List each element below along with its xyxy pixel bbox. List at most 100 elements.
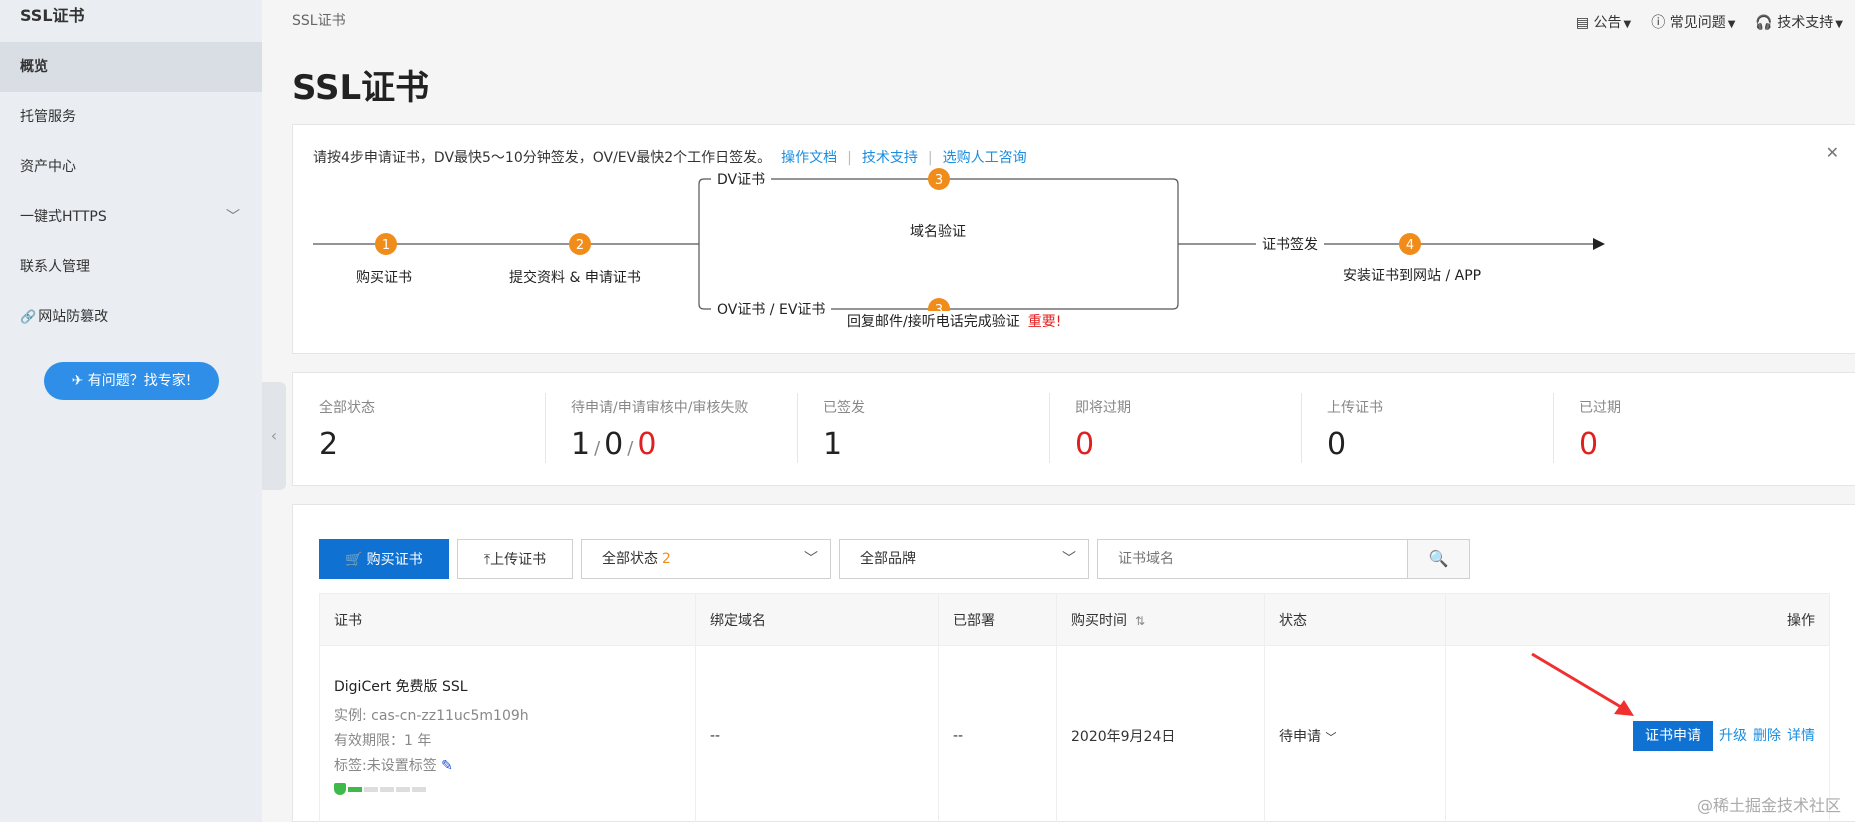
stat-all[interactable]: 全部状态 2 [293,373,545,485]
cart-icon: 🛒 [345,551,367,567]
col-purchase-time-label: 购买时间 [1071,612,1127,629]
stat-issued[interactable]: 已签发 1 [797,373,1049,485]
shield-icon [334,783,346,796]
cert-instance: 实例: cas-cn-zz11uc5m109h [334,708,529,725]
topnav-support[interactable]: 🎧 技术支持 ▼ [1755,12,1843,32]
stat-value: 0 [1075,427,1095,462]
col-actions: 操作 [1445,593,1830,646]
page-title: SSL证书 [292,68,430,108]
buy-certificate-button[interactable]: 🛒 购买证书 [319,539,449,579]
ov-step-label: 回复邮件/接听电话完成验证 重要! [847,311,1062,331]
search-button[interactable]: 🔍 [1408,539,1470,579]
step-marker-3-dv: 3 [928,168,950,190]
sidebar-item-https[interactable]: 一键式HTTPS ﹀ [0,192,262,242]
stat-expired[interactable]: 已过期 0 [1553,373,1805,485]
status-count: 2 [662,551,671,567]
domain-cell: -- [695,645,939,822]
domain-search-input[interactable] [1097,539,1408,579]
upgrade-link[interactable]: 升级 [1719,728,1747,744]
stat-title: 即将过期 [1075,400,1131,416]
edit-icon[interactable]: ✎ [441,758,453,774]
cert-cell: DigiCert 免费版 SSL 实例: cas-cn-zz11uc5m109h… [319,645,696,822]
step-marker-2: 2 [569,233,591,255]
chevron-down-icon: ﹀ [804,551,818,567]
sidebar-item-label: 网站防篡改 [38,309,109,325]
stat-title: 待申请/申请审核中/审核失败 [571,400,749,416]
step4-label: 安装证书到网站 / APP [1343,265,1482,285]
stat-title: 已签发 [823,400,865,416]
stat-pending[interactable]: 待申请/申请审核中/审核失败 1/0/0 [545,373,797,485]
sidebar-item-label: 概览 [20,59,48,75]
deployed-cell: -- [938,645,1057,822]
sort-icon[interactable]: ⇅ [1135,614,1145,628]
ov-branch-label: OV证书 / EV证书 [711,299,832,319]
sidebar-collapse-handle[interactable]: ‹ [262,382,286,490]
chevron-left-icon: ‹ [270,426,278,445]
col-status: 状态 [1264,593,1446,646]
step-number: 4 [1406,238,1414,253]
topnav-announcement[interactable]: ▤ 公告 ▼ [1576,12,1631,32]
chevron-down-icon: ﹀ [1325,730,1337,744]
col-purchase-time[interactable]: 购买时间 ⇅ [1056,593,1265,646]
important-note: 重要! [1027,314,1062,330]
top-nav: ▤ 公告 ▼ ⓘ 常见问题 ▼ 🎧 技术支持 ▼ [1576,12,1843,32]
stat-title: 已过期 [1579,400,1621,416]
dv-step-label: 域名验证 [910,221,966,241]
buy-label: 购买证书 [366,551,423,567]
sidebar-nav: 概览 托管服务 资产中心 一键式HTTPS ﹀ 联系人管理 🔗 网站防篡改 [0,42,262,342]
sidebar-title: SSL证书 [20,6,85,25]
brand-select[interactable]: 全部品牌 ﹀ [839,539,1089,579]
steps-panel: 请按4步申请证书，DV最快5～10分钟签发，OV/EV最快2个工作日签发。 操作文… [292,124,1855,354]
step-number: 2 [576,238,584,253]
chevron-down-icon: ﹀ [226,209,240,225]
chevron-down-icon: ﹀ [1062,551,1076,567]
expert-button[interactable]: ✈ 有问题？找专家! [44,362,219,400]
sidebar-item-overview[interactable]: 概览 [0,42,262,92]
col-deployed: 已部署 [938,593,1057,646]
sidebar-item-hosting[interactable]: 托管服务 [0,92,262,142]
detail-link[interactable]: 详情 [1787,728,1815,744]
headset-icon: 🎧 [1755,15,1778,31]
status-select-value: 全部状态 [602,551,658,567]
apply-certificate-button[interactable]: 证书申请 [1633,720,1713,751]
ov-step-text: 回复邮件/接听电话完成验证 [847,314,1020,330]
caret-down-icon: ▼ [1835,19,1843,30]
stat-expiring[interactable]: 即将过期 0 [1049,373,1301,485]
cert-tag: 标签:未设置标签 ✎ [334,754,695,779]
sidebar-item-label: 联系人管理 [20,259,90,275]
delete-link[interactable]: 删除 [1753,728,1781,744]
sidebar-item-tamper[interactable]: 🔗 网站防篡改 [0,292,262,342]
step-marker-4: 4 [1399,233,1421,255]
sidebar-item-label: 托管服务 [20,109,76,125]
sidebar: SSL证书 概览 托管服务 资产中心 一键式HTTPS ﹀ 联系人管理 🔗 网站防篡… [0,0,262,822]
step1-label: 购买证书 [356,267,412,287]
caret-down-icon: ▼ [1623,19,1632,30]
stat-value: 1/0/0 [571,427,657,462]
link-icon: 🔗 [20,310,37,325]
breadcrumb[interactable]: SSL证书 [292,10,346,30]
sidebar-item-label: 一键式HTTPS [20,209,107,225]
issue-label: 证书签发 [1256,234,1324,254]
search-box: 🔍 [1097,539,1470,579]
topnav-faq[interactable]: ⓘ 常见问题 ▼ [1651,12,1735,32]
upload-certificate-button[interactable]: ⤒上传证书 [457,539,573,579]
stat-uploaded[interactable]: 上传证书 0 [1301,373,1553,485]
date-cell: 2020年9月24日 [1056,645,1265,822]
search-icon: 🔍 [1428,549,1449,568]
steps-diagram: 1 2 3 3 4 [313,168,1605,320]
status-cell[interactable]: 待申请 ﹀ [1264,645,1446,822]
stat-value: 2 [319,427,339,462]
stat-title: 上传证书 [1327,400,1383,416]
status-text: 待申请 [1279,728,1321,745]
sidebar-item-contacts[interactable]: 联系人管理 [0,242,262,292]
status-select[interactable]: 全部状态 2 ﹀ [581,539,831,579]
topnav-label: 常见问题 [1669,15,1726,31]
upload-label: 上传证书 [490,551,547,567]
stat-value-failed: 0 [637,427,657,462]
sidebar-item-assets[interactable]: 资产中心 [0,142,262,192]
step-marker-1: 1 [375,233,397,255]
table-header-row: 证书 绑定域名 已部署 购买时间 ⇅ 状态 操作 [319,593,1830,646]
stat-value: 1 [823,427,843,462]
topnav-label: 公告 [1593,15,1622,31]
stat-value: 0 [1327,427,1347,462]
